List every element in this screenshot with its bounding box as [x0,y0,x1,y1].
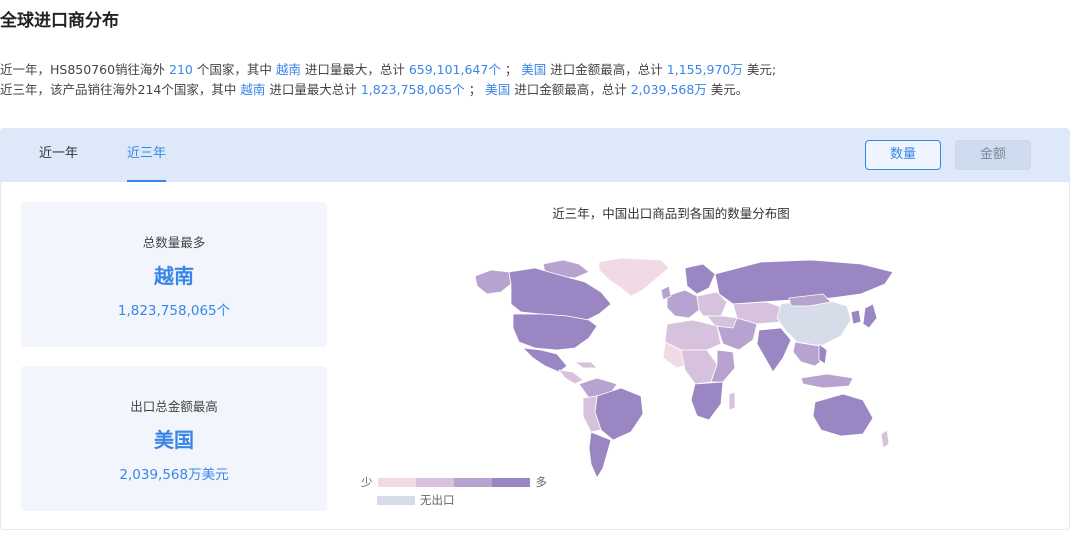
summary: 近一年，HS850760销往海外 210 个国家，其中 越南 进口量最大，总计 … [0,60,776,100]
page-title: 全球进口商分布 [0,11,119,31]
summary-text: 美元; [742,62,777,77]
top-amt-value: 1,155,970万 [666,62,743,77]
legend-swatch-none[interactable] [377,495,415,505]
card-label: 总数量最多 [142,235,206,250]
tab-last-three-years[interactable]: 近三年 [127,129,167,182]
region-indonesia[interactable] [800,373,854,389]
card-value: 2,039,568万美元 [119,467,229,483]
legend-swatch-level3[interactable] [453,477,492,487]
region-australia[interactable] [812,393,874,437]
region-new-zealand[interactable] [880,429,890,449]
region-brazil[interactable] [594,387,644,441]
summary-text: 近三年，该产品销往海外214个国家，其中 [0,82,241,97]
distribution-panel: 近一年 近三年 数量 金额 总数量最多 越南 1,823,758,065个 出口… [0,128,1070,530]
summary-text: 进口金额最高，总计 [510,82,631,97]
region-north-africa[interactable] [664,319,722,351]
region-argentina-chile[interactable] [588,431,612,479]
region-canada[interactable] [508,267,612,321]
region-caribbean[interactable] [573,361,598,369]
tab-last-year[interactable]: 近一年 [39,129,78,182]
summary-text: 美元。 [706,82,749,97]
legend-scale-row: 少 多 [361,474,547,490]
legend-swatch-level2[interactable] [415,477,454,487]
region-mexico[interactable] [521,347,568,373]
summary-text: 进口金额最高，总计 [546,62,667,77]
legend-high-label: 多 [535,475,548,489]
region-usa[interactable] [512,313,598,351]
summary-text: 进口量最大总计 [265,82,361,97]
region-greenland[interactable] [598,257,670,297]
region-madagascar[interactable] [728,391,736,411]
panel-header: 近一年 近三年 数量 金额 [1,129,1069,182]
card-country: 美国 [154,428,194,452]
top-qty-value: 659,101,647个 [408,62,501,77]
region-india[interactable] [756,327,792,373]
summary-text: 个国家，其中 [192,62,276,77]
top-qty-value: 1,823,758,065个 [360,82,465,97]
quantity-button[interactable]: 数量 [865,140,941,170]
region-central-america[interactable] [558,369,584,385]
map-legend: 少 多 无出口 [361,474,547,508]
summary-text: 进口量最大，总计 [300,62,409,77]
top-amount-card: 出口总金额最高 美国 2,039,568万美元 [21,366,327,511]
top-quantity-card: 总数量最多 越南 1,823,758,065个 [21,202,327,347]
map-title: 近三年，中国出口商品到各国的数量分布图 [552,206,790,221]
top-amt-country-link[interactable]: 美国 [521,62,546,77]
legend-swatch-level1[interactable] [377,477,416,487]
amount-button[interactable]: 金额 [955,140,1031,170]
summary-text: ； [464,82,486,97]
region-scandinavia[interactable] [684,263,716,295]
legend-low-label: 少 [361,475,373,489]
world-map[interactable] [471,254,901,479]
region-vietnam[interactable] [818,343,828,365]
card-label: 出口总金额最高 [130,399,218,414]
legend-swatch-level4[interactable] [491,477,530,487]
country-count: 210 [169,62,193,77]
region-central-africa[interactable] [680,349,718,385]
summary-line-1: 近一年，HS850760销往海外 210 个国家，其中 越南 进口量最大，总计 … [0,60,776,80]
top-amt-value: 2,039,568万 [630,82,707,97]
summary-text: 近一年，HS850760销往海外 [0,62,170,77]
region-alaska[interactable] [474,269,512,295]
card-country: 越南 [154,264,194,288]
region-western-europe[interactable] [666,289,700,319]
region-southern-africa[interactable] [690,381,724,421]
top-amt-country-link[interactable]: 美国 [485,82,510,97]
region-japan[interactable] [862,303,878,329]
summary-line-2: 近三年，该产品销往海外214个国家，其中 越南 进口量最大总计 1,823,75… [0,80,776,100]
summary-text: ； [500,62,522,77]
region-korea[interactable] [850,309,862,325]
legend-none-row: 无出口 [361,492,547,508]
top-qty-country-link[interactable]: 越南 [276,62,301,77]
top-qty-country-link[interactable]: 越南 [240,82,265,97]
legend-none-label: 无出口 [420,493,455,507]
card-value: 1,823,758,065个 [117,303,231,319]
